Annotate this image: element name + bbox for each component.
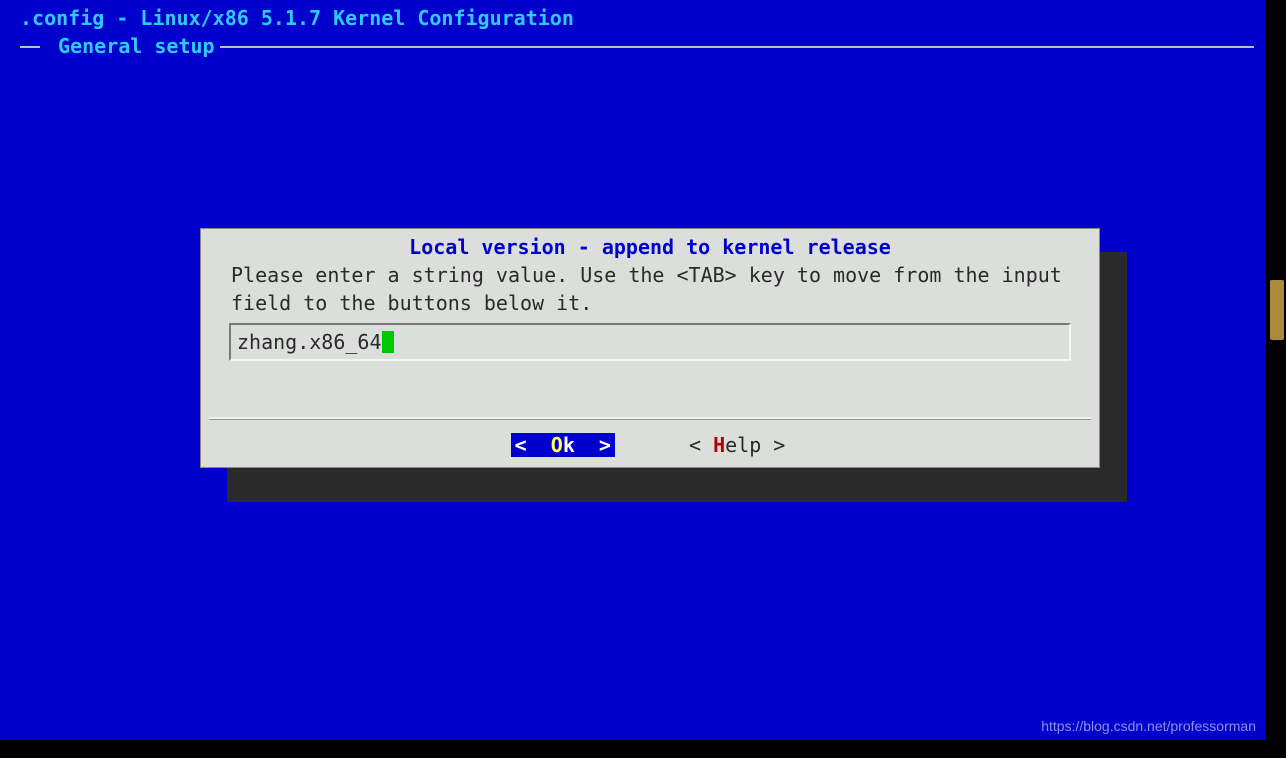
menuconfig-screen: .config - Linux/x86 5.1.7 Kernel Configu… — [0, 0, 1266, 740]
help-button[interactable]: < Help > — [685, 433, 789, 457]
ok-button[interactable]: < Ok > — [511, 433, 615, 457]
input-value: zhang.x86_64 — [237, 330, 382, 354]
input-dialog: Local version - append to kernel release… — [200, 228, 1100, 468]
dialog-title: Local version - append to kernel release — [201, 235, 1099, 259]
text-cursor — [382, 331, 394, 353]
local-version-input[interactable]: zhang.x86_64 — [229, 323, 1071, 361]
dialog-prompt: Please enter a string value. Use the <TA… — [231, 261, 1069, 317]
dialog-button-row: < Ok > < Help > — [201, 431, 1099, 459]
config-title: .config - Linux/x86 5.1.7 Kernel Configu… — [20, 6, 574, 30]
window-scrollbar-thumb[interactable] — [1270, 280, 1284, 340]
window-scrollbar-track — [1266, 0, 1286, 758]
section-header: General setup — [20, 34, 1254, 58]
watermark: https://blog.csdn.net/professorman — [1041, 718, 1256, 734]
section-label: General setup — [40, 34, 233, 58]
